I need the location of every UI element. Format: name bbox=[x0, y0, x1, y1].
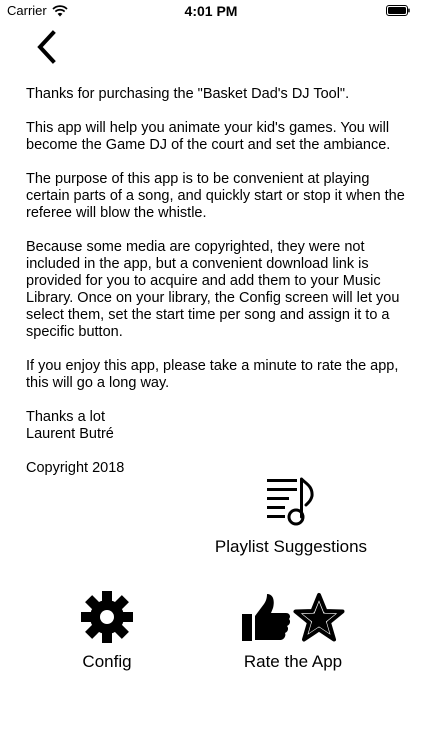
chevron-left-icon bbox=[37, 30, 56, 64]
author-name: Laurent Butré bbox=[26, 426, 114, 442]
playlist-music-icon bbox=[267, 477, 314, 526]
rate-request-paragraph: If you enjoy this app, please take a min… bbox=[26, 358, 399, 391]
signature: Thanks a lot Laurent Butré bbox=[26, 409, 406, 443]
gear-icon bbox=[81, 591, 133, 643]
status-time: 4:01 PM bbox=[184, 3, 238, 19]
rate-app-button[interactable]: Rate the App bbox=[230, 590, 356, 672]
signoff-line: Thanks a lot bbox=[26, 409, 105, 425]
config-label: Config bbox=[82, 652, 132, 671]
purpose-intro-paragraph: This app will help you animate your kid'… bbox=[26, 120, 391, 153]
rate-app-label: Rate the App bbox=[243, 652, 343, 671]
status-bar: Carrier 4:01 PM bbox=[0, 0, 422, 22]
star-icon bbox=[293, 593, 345, 642]
back-button[interactable] bbox=[34, 30, 60, 64]
playlist-suggestions-button[interactable]: Playlist Suggestions bbox=[208, 476, 374, 557]
about-text: Thanks for purchasing the "Basket Dad's … bbox=[26, 86, 406, 494]
thumbs-up-icon bbox=[242, 594, 291, 641]
battery-icon bbox=[386, 5, 410, 16]
rate-icons bbox=[240, 590, 346, 644]
copyright-info-paragraph: Because some media are copyrighted, they… bbox=[26, 239, 400, 340]
config-button[interactable]: Config bbox=[66, 590, 148, 672]
purpose-paragraph: The purpose of this app is to be conveni… bbox=[26, 171, 405, 221]
playlist-suggestions-label: Playlist Suggestions bbox=[214, 537, 368, 556]
copyright-line: Copyright 2018 bbox=[26, 460, 125, 476]
thanks-paragraph: Thanks for purchasing the "Basket Dad's … bbox=[26, 86, 350, 102]
